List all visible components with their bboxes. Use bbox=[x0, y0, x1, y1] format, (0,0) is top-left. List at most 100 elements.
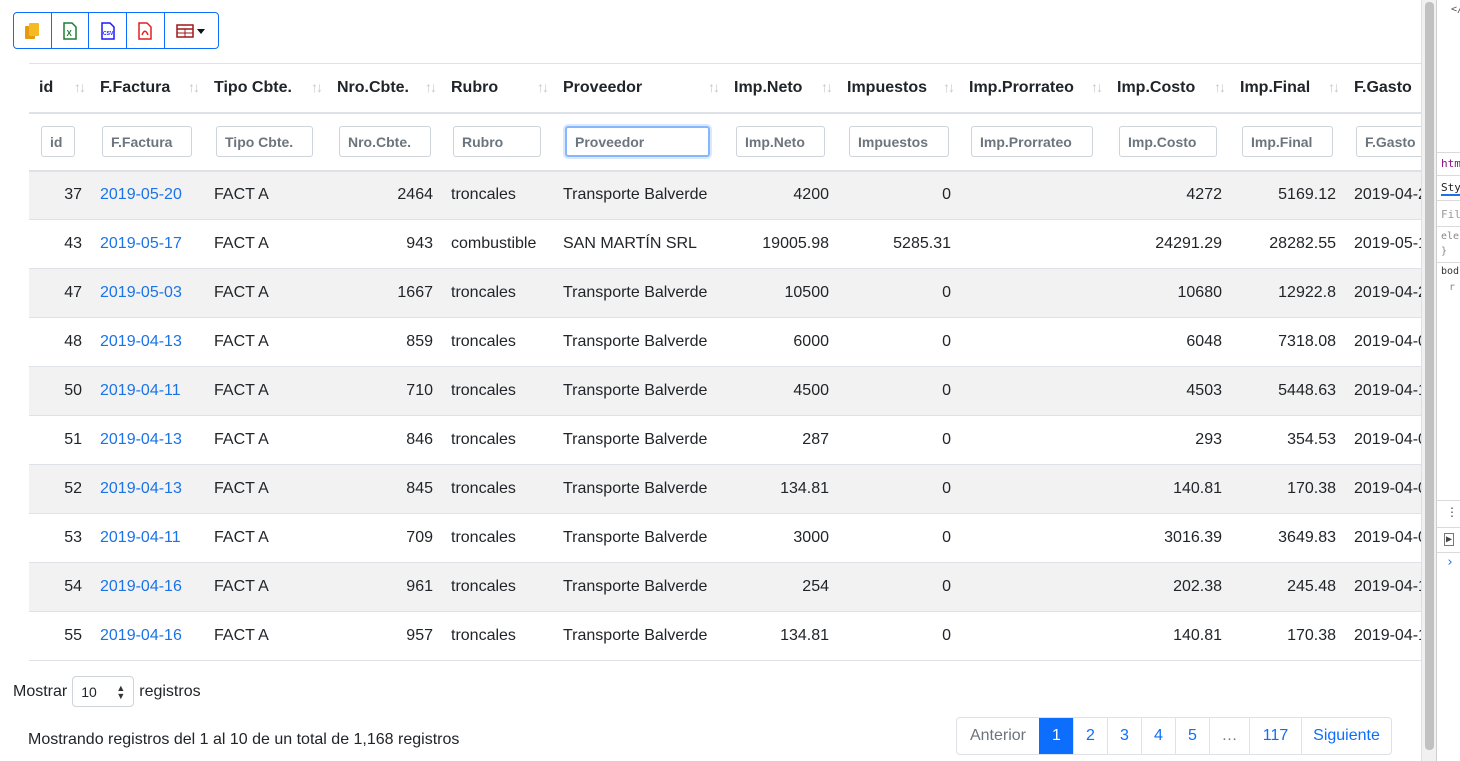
table-row[interactable]: 51 2019-04-13 FACT A 846 troncales Transporte… bbox=[29, 415, 1421, 465]
table-cell: 10500 bbox=[724, 268, 837, 318]
table-cell: Transporte Balverde bbox=[553, 464, 724, 514]
column-header[interactable]: Nro.Cbte. ↑↓ bbox=[327, 63, 441, 114]
column-filter-input[interactable]: F.Factura bbox=[102, 126, 192, 157]
invoice-date-link[interactable]: 2019-04-11 bbox=[90, 366, 204, 416]
devtools-text: ele bbox=[1441, 231, 1460, 242]
console-drawer-icon[interactable]: ▶ bbox=[1444, 533, 1455, 546]
invoice-date-link[interactable]: 2019-04-13 bbox=[90, 464, 204, 514]
invoice-date-link[interactable]: 2019-05-03 bbox=[90, 268, 204, 318]
table-row[interactable]: 54 2019-04-16 FACT A 961 troncales Transporte… bbox=[29, 562, 1421, 612]
column-header[interactable]: Imp.Neto ↑↓ bbox=[724, 63, 837, 114]
table-cell: 12922.8 bbox=[1230, 268, 1344, 318]
devtools-filter[interactable]: Filt bbox=[1441, 208, 1460, 221]
table-cell: FACT A bbox=[204, 317, 327, 367]
table-row[interactable]: 52 2019-04-13 FACT A 845 troncales Transporte… bbox=[29, 464, 1421, 514]
column-header[interactable]: Proveedor ↑↓ bbox=[553, 63, 724, 114]
page-button[interactable]: 3 bbox=[1107, 718, 1141, 754]
page-length-select[interactable]: 10 ▲ ▼ bbox=[72, 676, 135, 707]
column-header[interactable]: id ↑↓ bbox=[29, 63, 90, 114]
table-cell: 710 bbox=[327, 366, 441, 416]
page-button[interactable]: 5 bbox=[1175, 718, 1209, 754]
filter-cell: Tipo Cbte. bbox=[204, 112, 327, 172]
devtools-menu-icon[interactable]: ⋮ bbox=[1446, 505, 1458, 519]
invoice-date-link[interactable]: 2019-04-16 bbox=[90, 611, 204, 661]
table-row[interactable]: 50 2019-04-11 FACT A 710 troncales Transporte… bbox=[29, 366, 1421, 416]
table-row[interactable]: 53 2019-04-11 FACT A 709 troncales Transporte… bbox=[29, 513, 1421, 563]
table-cell: 47 bbox=[29, 268, 90, 318]
column-header[interactable]: Imp.Prorrateo ↑↓ bbox=[959, 63, 1107, 114]
column-filter-input[interactable]: Imp.Prorrateo bbox=[971, 126, 1093, 157]
devtools-styles-tab[interactable]: Sty bbox=[1441, 181, 1460, 196]
table-cell: Transporte Balverde bbox=[553, 611, 724, 661]
column-visibility-button[interactable] bbox=[165, 13, 218, 48]
invoice-date-link[interactable]: 2019-04-16 bbox=[90, 562, 204, 612]
page-button[interactable]: 4 bbox=[1141, 718, 1175, 754]
column-filter-input[interactable]: id bbox=[41, 126, 75, 157]
table-cell: 957 bbox=[327, 611, 441, 661]
invoice-date-link[interactable]: 2019-04-11 bbox=[90, 513, 204, 563]
devtools-text: r bbox=[1449, 282, 1456, 293]
page-button[interactable]: 2 bbox=[1073, 718, 1107, 754]
column-header[interactable]: F.Factura ↑↓ bbox=[90, 63, 204, 114]
table-cell: troncales bbox=[441, 268, 553, 318]
table-row[interactable]: 55 2019-04-16 FACT A 957 troncales Transporte… bbox=[29, 611, 1421, 661]
excel-button[interactable]: X bbox=[52, 13, 90, 48]
column-header[interactable]: F.Gasto bbox=[1344, 63, 1421, 114]
table-cell: 3649.83 bbox=[1230, 513, 1344, 563]
table-cell: 2019-05-1 bbox=[1344, 219, 1421, 269]
column-filter-input[interactable]: Imp.Neto bbox=[736, 126, 825, 157]
table-info: Mostrando registros del 1 al 10 de un to… bbox=[28, 731, 460, 748]
column-filter-input[interactable]: Nro.Cbte. bbox=[339, 126, 431, 157]
column-filter-input[interactable]: Proveedor bbox=[565, 126, 710, 157]
previous-page-button[interactable]: Anterior bbox=[957, 718, 1039, 754]
page-scrollbar[interactable] bbox=[1421, 0, 1436, 761]
sort-arrows-icon: ↑↓ bbox=[708, 79, 720, 95]
page-button[interactable]: 1 bbox=[1039, 718, 1073, 754]
table-cell: troncales bbox=[441, 562, 553, 612]
column-filter-input[interactable]: F.Gasto bbox=[1356, 126, 1421, 157]
table-row[interactable]: 37 2019-05-20 FACT A 2464 troncales Transport… bbox=[29, 170, 1421, 220]
column-header[interactable]: Rubro ↑↓ bbox=[441, 63, 553, 114]
table-cell: 2019-04-1 bbox=[1344, 611, 1421, 661]
table-row[interactable]: 43 2019-05-17 FACT A 943 combustible SAN MART… bbox=[29, 219, 1421, 269]
scrollbar-thumb[interactable] bbox=[1425, 2, 1434, 750]
table-cell: SAN MARTÍN SRL bbox=[553, 219, 724, 269]
filter-cell: Imp.Costo bbox=[1107, 112, 1230, 172]
table-cell: 2019-04-0 bbox=[1344, 415, 1421, 465]
table-cell: 2019-04-1 bbox=[1344, 366, 1421, 416]
column-header-label: Imp.Neto bbox=[734, 78, 803, 96]
table-cell: 48 bbox=[29, 317, 90, 367]
column-header[interactable]: Impuestos ↑↓ bbox=[837, 63, 959, 114]
table-cell: 134.81 bbox=[724, 611, 837, 661]
invoice-date-link[interactable]: 2019-05-20 bbox=[90, 170, 204, 220]
page-button[interactable]: 117 bbox=[1249, 718, 1301, 754]
table-cell: 52 bbox=[29, 464, 90, 514]
filter-cell: F.Gasto bbox=[1344, 112, 1421, 172]
table-cell: troncales bbox=[441, 317, 553, 367]
next-page-button[interactable]: Siguiente bbox=[1301, 718, 1391, 754]
table-cell: 55 bbox=[29, 611, 90, 661]
pdf-button[interactable] bbox=[127, 13, 165, 48]
table-cell: 245.48 bbox=[1230, 562, 1344, 612]
copy-button[interactable] bbox=[14, 13, 52, 48]
column-filter-input[interactable]: Impuestos bbox=[849, 126, 949, 157]
table-cell bbox=[959, 513, 1107, 563]
invoice-date-link[interactable]: 2019-04-13 bbox=[90, 415, 204, 465]
column-filter-input[interactable]: Imp.Costo bbox=[1119, 126, 1217, 157]
invoice-date-link[interactable]: 2019-04-13 bbox=[90, 317, 204, 367]
column-filter-input[interactable]: Imp.Final bbox=[1242, 126, 1333, 157]
table-row[interactable]: 48 2019-04-13 FACT A 859 troncales Transporte… bbox=[29, 317, 1421, 367]
invoice-date-link[interactable]: 2019-05-17 bbox=[90, 219, 204, 269]
column-header[interactable]: Tipo Cbte. ↑↓ bbox=[204, 63, 327, 114]
table-row[interactable]: 47 2019-05-03 FACT A 1667 troncales Transport… bbox=[29, 268, 1421, 318]
csv-button[interactable]: CSV bbox=[89, 13, 127, 48]
table-cell: 10680 bbox=[1107, 268, 1230, 318]
table-cell: 0 bbox=[837, 268, 959, 318]
column-header[interactable]: Imp.Costo ↑↓ bbox=[1107, 63, 1230, 114]
column-filter-input[interactable]: Rubro bbox=[453, 126, 541, 157]
column-filter-input[interactable]: Tipo Cbte. bbox=[216, 126, 313, 157]
table-cell bbox=[959, 611, 1107, 661]
column-header[interactable]: Imp.Final ↑↓ bbox=[1230, 63, 1344, 114]
console-prompt-icon[interactable]: › bbox=[1446, 555, 1454, 570]
table-cell bbox=[959, 464, 1107, 514]
